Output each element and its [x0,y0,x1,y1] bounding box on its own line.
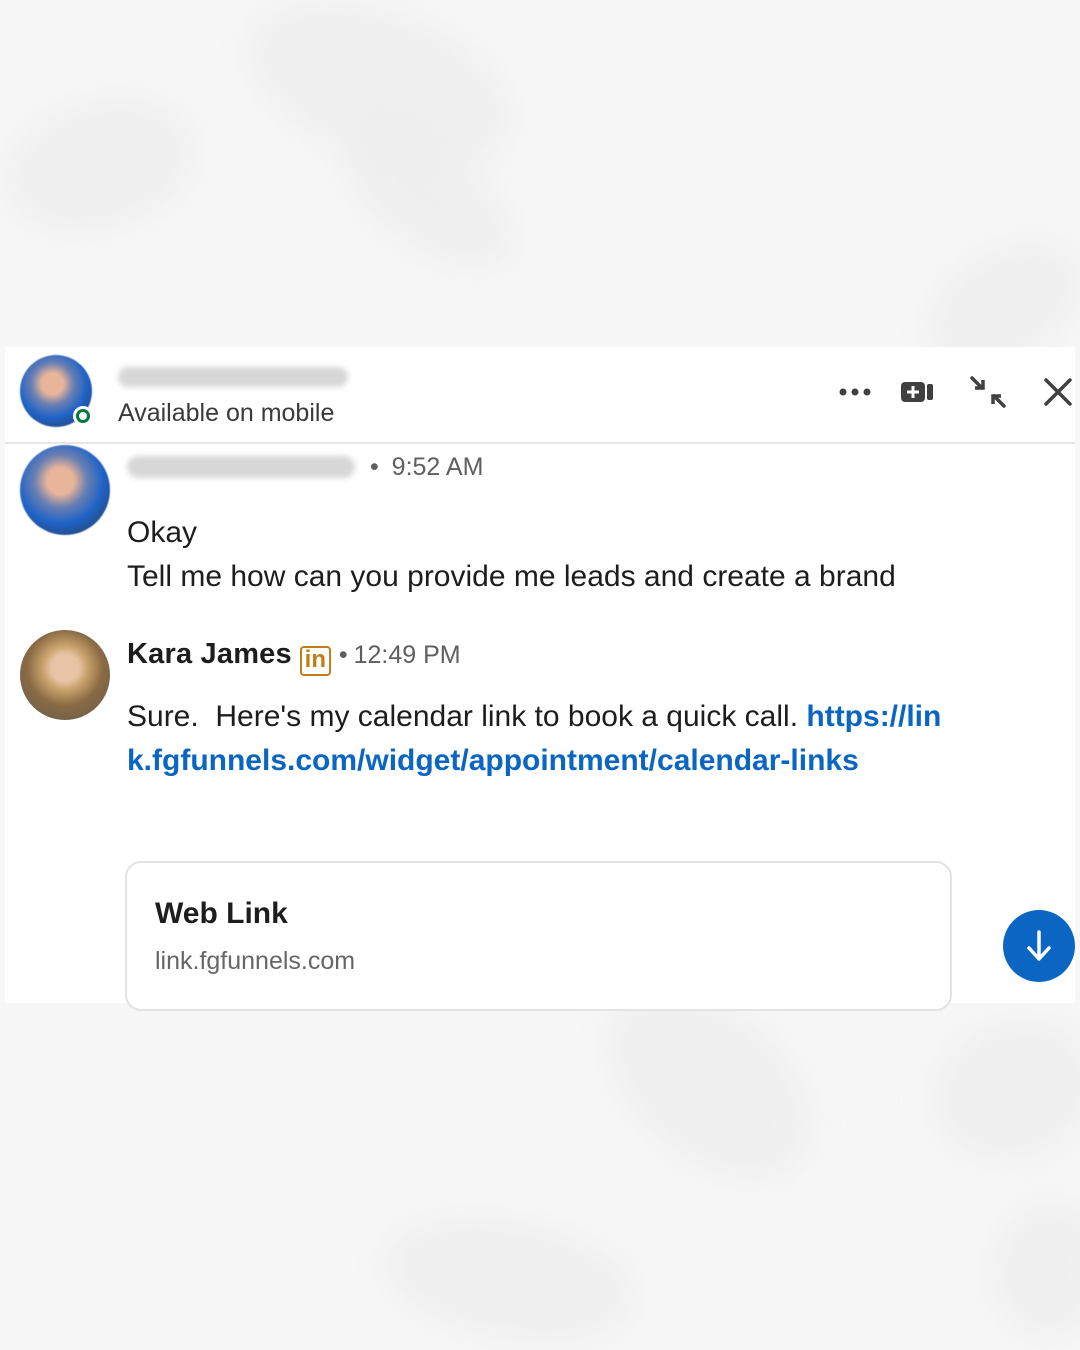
close-icon [1044,378,1072,406]
online-status-icon [73,406,93,426]
message-item: Kara James in • 12:49 PM Sure. Here's my ca… [5,630,1075,850]
link-card-domain: link.fgfunnels.com [155,947,356,975]
sender-avatar[interactable] [20,630,110,720]
chat-window: Available on mobile • 9:52 AM Okay Tell … [5,347,1075,1011]
scroll-down-button[interactable] [1003,910,1075,982]
video-camera-icon [901,382,933,402]
contact-status: Available on mobile [118,399,335,427]
message-body: Sure. Here's my calendar link to book a … [127,695,947,783]
message-text: Sure. Here's my calendar link to book a … [127,700,799,733]
message-item: • 9:52 AM Okay Tell me how can you provi… [5,445,1075,605]
linkedin-premium-icon: in [299,646,331,676]
message-line: Tell me how can you provide me leads and… [127,560,896,593]
separator: • [338,641,348,669]
link-card-title: Web Link [155,897,288,930]
more-options-button[interactable] [830,367,880,417]
contact-name-redacted[interactable] [118,367,348,387]
video-call-button[interactable] [893,367,943,417]
separator: • [369,453,379,481]
collapse-arrows-icon [970,376,1006,408]
chat-header[interactable]: Available on mobile [5,347,1075,444]
sender-name[interactable]: Kara James [127,638,292,670]
message-time: 12:49 PM [353,641,461,669]
message-body: Okay Tell me how can you provide me lead… [127,511,957,599]
ellipsis-icon [839,388,871,396]
link-preview-card[interactable]: Web Link link.fgfunnels.com [125,861,952,1011]
minimize-button[interactable] [963,367,1013,417]
message-line: Okay [127,516,198,549]
message-time: 9:52 AM [391,453,484,481]
arrow-down-icon [1027,930,1051,961]
close-button[interactable] [1033,367,1080,417]
message-meta: • 9:52 AM [127,453,483,482]
message-meta: Kara James in • 12:49 PM [127,638,461,676]
sender-avatar[interactable] [20,445,110,535]
sender-name-redacted[interactable] [127,456,355,478]
